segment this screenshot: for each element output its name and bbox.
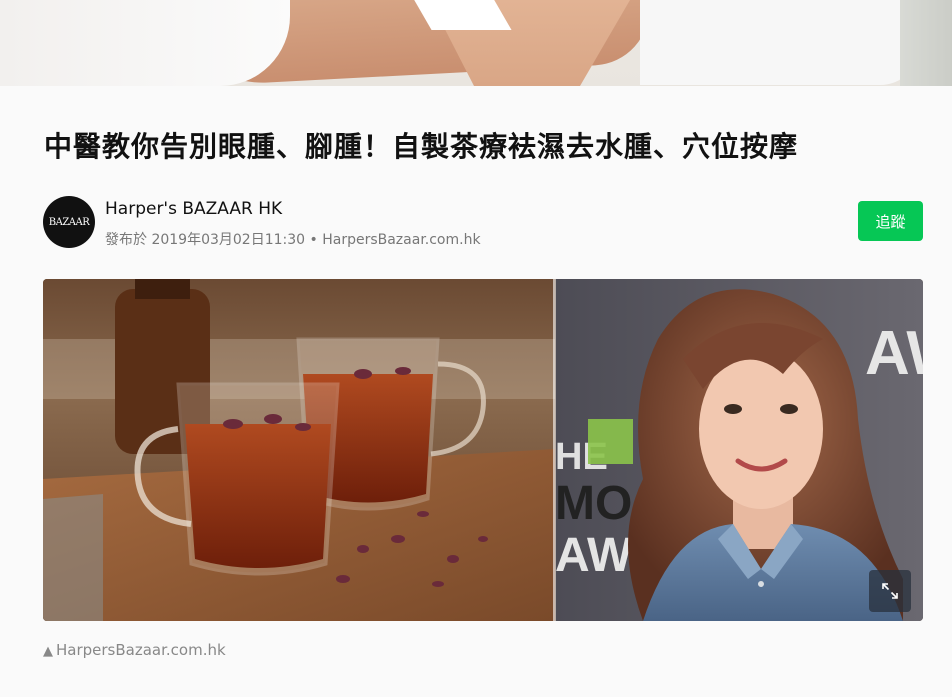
publish-meta: 發布於 2019年03月02日11:30 • HarpersBazaar.com…: [105, 232, 481, 248]
hero-image[interactable]: AW HE MO AWA: [43, 279, 923, 621]
follow-button[interactable]: 追蹤: [858, 201, 923, 241]
caption-triangle-icon: ▲: [43, 644, 53, 659]
caption-source[interactable]: HarpersBazaar.com.hk: [56, 641, 226, 659]
image-caption: ▲ HarpersBazaar.com.hk: [43, 641, 226, 659]
backdrop-text-mo: MO: [555, 477, 632, 530]
previous-article-image: [0, 0, 952, 86]
expand-image-button[interactable]: [869, 570, 911, 612]
article-title: 中醫教你告別眼腫、腳腫！自製茶療袪濕去水腫、穴位按摩: [44, 130, 799, 163]
author-name[interactable]: Harper's BAZAAR HK: [105, 199, 282, 219]
backdrop-text-aw: AW: [865, 319, 923, 388]
expand-icon: [882, 583, 898, 599]
author-avatar[interactable]: BAZAAR: [43, 196, 95, 248]
